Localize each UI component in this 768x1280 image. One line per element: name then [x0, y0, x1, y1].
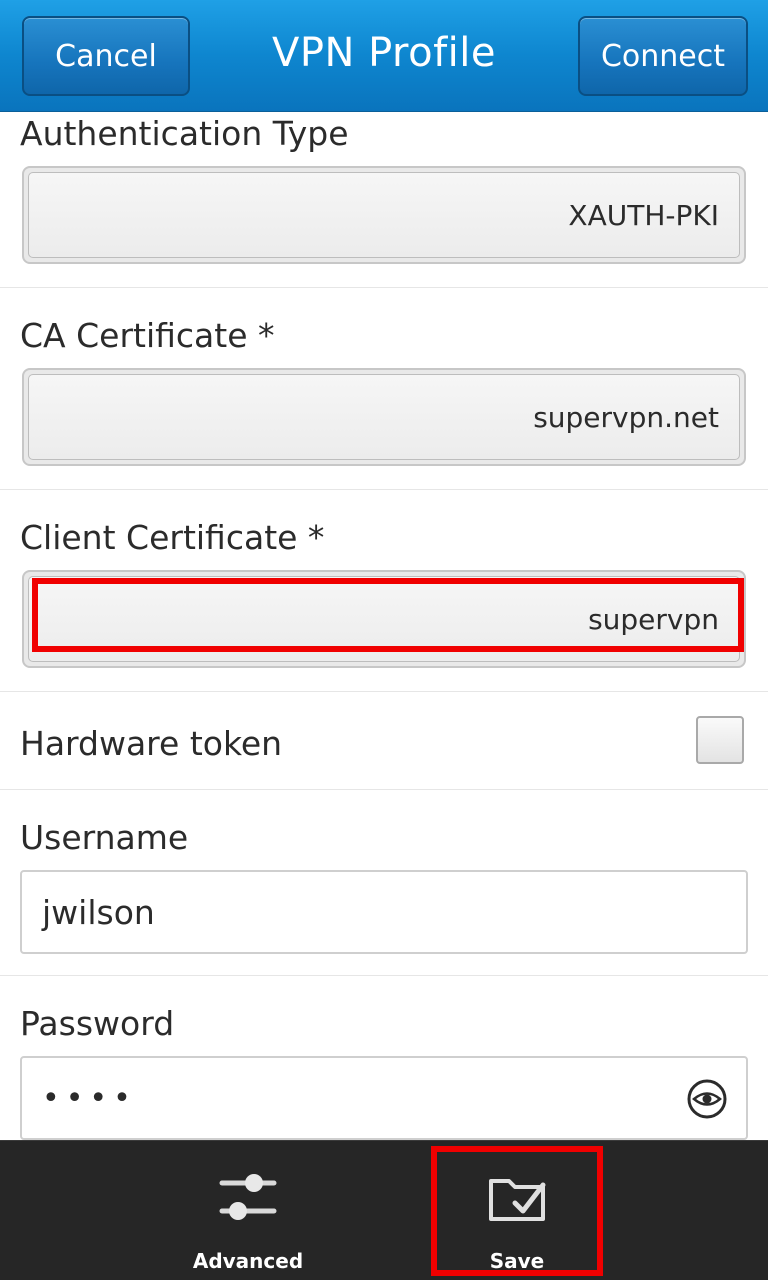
save-highlight: [431, 1146, 603, 1276]
client-cert-value: supervpn: [28, 576, 740, 662]
action-bar: Advanced Save: [0, 1140, 768, 1280]
divider: [0, 789, 768, 790]
hardware-token-label: Hardware token: [20, 724, 283, 763]
advanced-label: Advanced: [192, 1249, 304, 1273]
auth-type-dropdown[interactable]: XAUTH-PKI: [22, 166, 746, 264]
divider: [0, 489, 768, 490]
divider: [0, 691, 768, 692]
sliders-icon: [219, 1174, 277, 1220]
auth-type-value: XAUTH-PKI: [28, 172, 740, 258]
password-field[interactable]: ••••: [20, 1056, 748, 1140]
advanced-button[interactable]: Advanced: [148, 1141, 348, 1280]
divider: [0, 287, 768, 288]
divider: [0, 975, 768, 976]
auth-type-label: Authentication Type: [20, 114, 349, 153]
hardware-token-checkbox[interactable]: [696, 716, 744, 764]
ca-cert-label: CA Certificate *: [20, 316, 275, 355]
client-cert-dropdown[interactable]: supervpn: [22, 570, 746, 668]
username-label: Username: [20, 818, 189, 857]
connect-button[interactable]: Connect: [578, 16, 748, 96]
show-password-icon[interactable]: [686, 1078, 728, 1120]
username-value: jwilson: [42, 892, 155, 932]
ca-cert-dropdown[interactable]: supervpn.net: [22, 368, 746, 466]
ca-cert-value: supervpn.net: [28, 374, 740, 460]
password-value: ••••: [42, 1080, 137, 1116]
form-content: Authentication Type XAUTH-PKI CA Certifi…: [0, 112, 768, 1140]
vpn-profile-screen: Cancel VPN Profile Connect Authenticatio…: [0, 0, 768, 1280]
title-bar: Cancel VPN Profile Connect: [0, 0, 768, 112]
client-cert-label: Client Certificate *: [20, 518, 325, 557]
password-label: Password: [20, 1004, 175, 1043]
username-field[interactable]: jwilson: [20, 870, 748, 954]
